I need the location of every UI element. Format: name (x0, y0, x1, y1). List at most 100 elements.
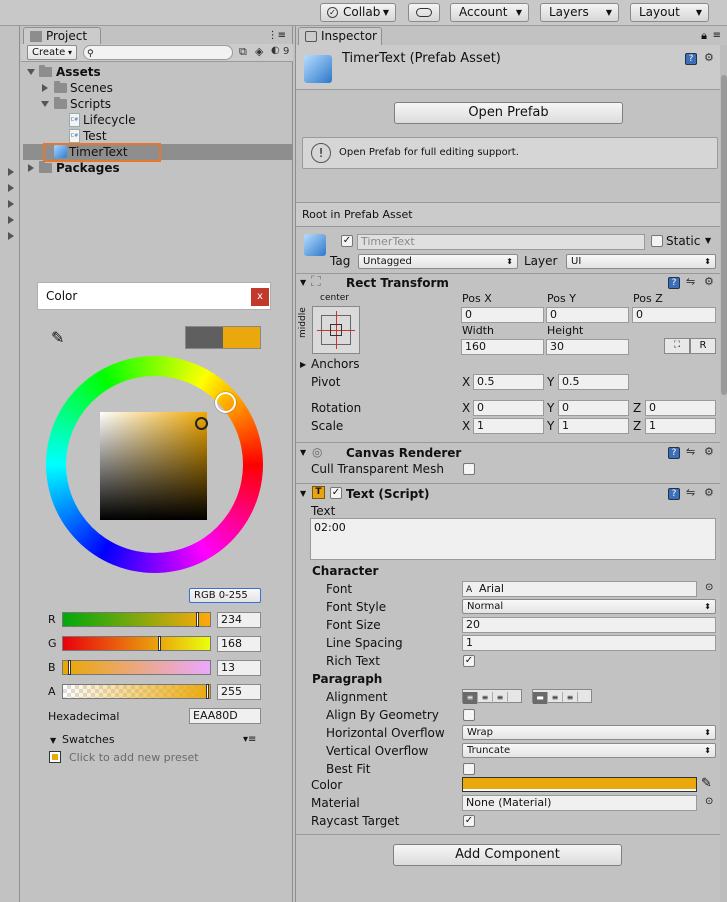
align-middle-icon[interactable]: ≡ (548, 692, 563, 704)
gear-icon[interactable]: ⚙ (704, 486, 714, 499)
expand-arrow-icon[interactable] (28, 164, 34, 172)
b-slider-knob[interactable] (68, 660, 72, 675)
b-value-field[interactable]: 13 (217, 660, 261, 676)
rect-transform-header[interactable]: ▼ ⛶ Rect Transform ? ⇋ ⚙ (296, 274, 727, 292)
g-slider[interactable] (62, 636, 211, 651)
tree-item-packages[interactable]: Packages (21, 160, 293, 176)
filter-by-label-icon[interactable]: ◈ (255, 45, 263, 58)
cull-transparent-checkbox[interactable] (463, 463, 475, 475)
collapse-arrow-icon[interactable]: ▼ (300, 278, 306, 287)
collapse-arrow-icon[interactable]: ▼ (50, 736, 56, 745)
scale-z-field[interactable]: 1 (645, 418, 716, 434)
font-field[interactable]: A Arial (462, 581, 697, 597)
object-picker-icon[interactable]: ⊙ (705, 796, 713, 807)
a-slider-knob[interactable] (206, 684, 209, 699)
help-icon[interactable]: ? (668, 277, 680, 289)
expand-arrow-icon[interactable] (8, 232, 14, 240)
pivot-x-field[interactable]: 0.5 (473, 374, 544, 390)
height-field[interactable]: 30 (546, 339, 629, 355)
active-checkbox[interactable]: ✓ (341, 235, 353, 247)
eyedropper-icon[interactable]: ✎ (701, 776, 712, 791)
layer-dropdown[interactable]: UI ⬍ (566, 254, 716, 269)
open-prefab-button[interactable]: Open Prefab (394, 102, 623, 124)
expand-arrow-icon[interactable] (42, 84, 48, 92)
preset-icon[interactable]: ⇋ (686, 445, 695, 458)
rot-x-field[interactable]: 0 (473, 400, 544, 416)
color-mode-dropdown[interactable]: RGB 0-255 (189, 588, 261, 603)
best-fit-checkbox[interactable] (463, 763, 475, 775)
anchor-presets-button[interactable] (312, 306, 360, 354)
object-picker-icon[interactable]: ⊙ (705, 582, 713, 593)
close-button[interactable]: x (251, 288, 269, 306)
static-checkbox[interactable] (651, 235, 663, 247)
pos-z-field[interactable]: 0 (632, 307, 716, 323)
swatches-menu-icon[interactable]: ▾≡ (243, 734, 256, 745)
r-slider[interactable] (62, 612, 211, 627)
align-left-icon[interactable]: ≡ (463, 692, 478, 704)
add-component-button[interactable]: Add Component (393, 844, 622, 866)
align-right-icon[interactable]: ≡ (493, 692, 508, 704)
material-field[interactable]: None (Material) (462, 795, 697, 811)
layout-dropdown[interactable]: Layout ▼ (630, 3, 709, 22)
raw-edit-button[interactable]: R (690, 338, 716, 354)
b-slider[interactable] (62, 660, 211, 675)
scale-x-field[interactable]: 1 (473, 418, 544, 434)
eyedropper-icon[interactable]: ✎ (51, 328, 64, 347)
preset-swatch[interactable] (49, 751, 61, 763)
canvas-renderer-header[interactable]: ▼ ◎ Canvas Renderer ? ⇋ ⚙ (296, 444, 727, 462)
tag-dropdown[interactable]: Untagged ⬍ (358, 254, 518, 269)
panel-menu-icon[interactable]: ≡ (713, 30, 721, 41)
expand-arrow-icon[interactable]: ▶ (300, 360, 306, 369)
rich-text-checkbox[interactable]: ✓ (463, 655, 475, 667)
collab-button[interactable]: ✓ Collab ▼ (320, 3, 396, 22)
preset-icon[interactable]: ⇋ (686, 486, 695, 499)
add-preset-hint[interactable]: Click to add new preset (69, 751, 199, 764)
cloud-button[interactable] (408, 3, 440, 22)
scrollbar-thumb[interactable] (721, 75, 727, 395)
expand-arrow-icon[interactable] (41, 101, 49, 107)
text-script-header[interactable]: ▼ T ✓ Text (Script) ? ⇋ ⚙ (296, 485, 727, 503)
font-size-field[interactable]: 20 (462, 617, 716, 633)
preset-icon[interactable]: ⇋ (686, 275, 695, 288)
collapse-arrow-icon[interactable]: ▼ (300, 489, 306, 498)
expand-arrow-icon[interactable] (8, 200, 14, 208)
gear-icon[interactable]: ⚙ (704, 275, 714, 288)
tree-item-lifecycle[interactable]: C# Lifecycle (21, 112, 293, 128)
chevron-down-icon[interactable]: ▼ (705, 236, 711, 245)
a-slider[interactable] (62, 684, 211, 699)
help-icon[interactable]: ? (668, 447, 680, 459)
filter-by-type-icon[interactable]: ⧉ (239, 45, 247, 59)
text-area[interactable]: 02:00 (310, 518, 716, 560)
blueprint-mode-button[interactable]: ⛶ (664, 338, 690, 354)
r-slider-knob[interactable] (195, 612, 199, 627)
expand-arrow-icon[interactable] (27, 69, 35, 75)
rot-z-field[interactable]: 0 (645, 400, 716, 416)
expand-arrow-icon[interactable] (8, 184, 14, 192)
text-enabled-checkbox[interactable]: ✓ (330, 487, 342, 499)
layers-dropdown[interactable]: Layers ▼ (540, 3, 619, 22)
tree-item-timertext[interactable]: TimerText (23, 143, 292, 162)
line-spacing-field[interactable]: 1 (462, 635, 716, 651)
tree-item-scripts[interactable]: Scripts (21, 96, 293, 112)
hue-handle[interactable] (215, 392, 236, 413)
panel-menu-icon[interactable]: ⋮≡ (268, 30, 286, 41)
eye-icon[interactable]: ◐ (271, 45, 280, 56)
a-value-field[interactable]: 255 (217, 684, 261, 700)
tree-item-scenes[interactable]: Scenes (21, 80, 293, 96)
inspector-scrollbar[interactable] (720, 45, 727, 902)
pivot-y-field[interactable]: 0.5 (558, 374, 629, 390)
expand-arrow-icon[interactable] (8, 168, 14, 176)
gear-icon[interactable]: ⚙ (704, 51, 714, 64)
tree-item-assets[interactable]: Assets (21, 64, 293, 80)
color-field[interactable] (462, 777, 697, 792)
tab-project[interactable]: Project (23, 27, 101, 45)
saturation-value-square[interactable] (100, 412, 207, 520)
account-dropdown[interactable]: Account ▼ (450, 3, 529, 22)
g-value-field[interactable]: 168 (217, 636, 261, 652)
project-search-input[interactable]: ⚲ (83, 45, 233, 60)
help-icon[interactable]: ? (685, 53, 697, 65)
g-slider-knob[interactable] (157, 636, 161, 651)
h-overflow-dropdown[interactable]: Wrap ⬍ (462, 725, 716, 740)
expand-arrow-icon[interactable] (8, 216, 14, 224)
scale-y-field[interactable]: 1 (558, 418, 629, 434)
